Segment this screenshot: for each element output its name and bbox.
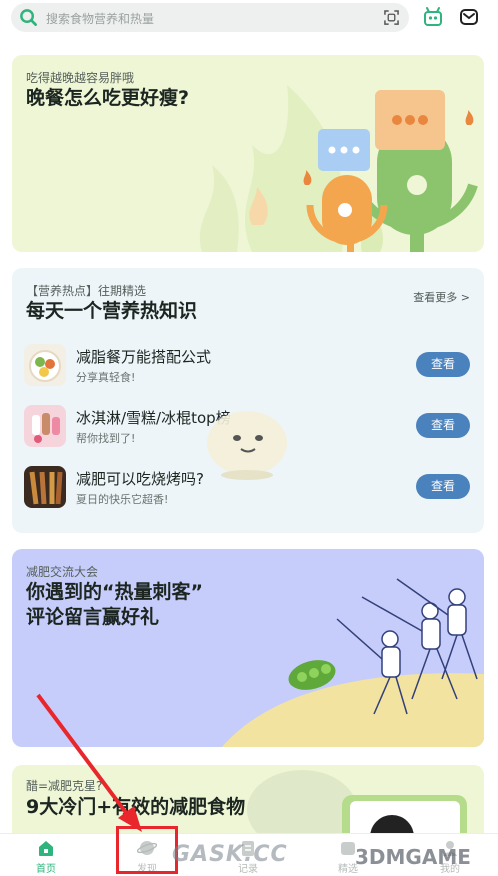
annotation-highlight-box xyxy=(116,826,178,874)
item-subtitle: 夏日的快乐它超香! xyxy=(76,493,169,506)
item-subtitle: 帮你找到了! xyxy=(76,432,136,445)
annotation-arrow xyxy=(36,693,142,832)
watermark-text: GASK.CC xyxy=(172,842,288,867)
robot-icon[interactable] xyxy=(423,7,443,27)
mascot-illustration xyxy=(207,411,287,480)
card-headline: 每天一个营养热知识 xyxy=(26,300,198,322)
card-kicker: 吃得越晚越容易胖哦 xyxy=(26,71,135,85)
view-button[interactable]: 查看 xyxy=(416,474,470,499)
nutrition-hot-topics-card: 【营养热点】往期精选 每天一个营养热知识 查看更多 > 减脂餐万能搭配公式 分享… xyxy=(12,268,484,533)
home-icon xyxy=(39,841,53,856)
dinner-article-card[interactable]: 吃得越晚越容易胖哦 晚餐怎么吃更好瘦? xyxy=(12,55,484,252)
card-kicker: 减肥交流大会 xyxy=(26,565,99,579)
card-kicker: 【营养热点】往期精选 xyxy=(26,284,147,298)
item-thumbnail xyxy=(24,405,66,447)
view-button[interactable]: 查看 xyxy=(416,352,470,377)
search-input[interactable]: 搜索食物营养和热量 xyxy=(46,10,154,27)
watermark-text-3dm: 3DMGAME xyxy=(355,845,471,869)
item-title: 减肥可以吃烧烤吗? xyxy=(76,470,204,488)
nav-label: 首页 xyxy=(36,864,56,875)
card-headline: 晚餐怎么吃更好瘦? xyxy=(26,87,190,109)
item-thumbnail xyxy=(24,344,66,386)
view-button[interactable]: 查看 xyxy=(416,413,470,438)
nav-home[interactable]: 首页 xyxy=(16,838,76,876)
card-headline-line2: 评论留言赢好礼 xyxy=(26,606,160,628)
item-subtitle: 分享真轻食! xyxy=(76,371,136,384)
card-headline-line1: 你遇到的“热量刺客” xyxy=(26,581,203,603)
view-more-link[interactable]: 查看更多 > xyxy=(413,289,470,305)
search-icon xyxy=(20,9,37,26)
list-item[interactable]: 减脂餐万能搭配公式 分享真轻食! 查看 xyxy=(24,340,472,388)
scan-icon[interactable] xyxy=(384,10,399,25)
item-thumbnail xyxy=(24,466,66,508)
mail-icon[interactable] xyxy=(459,7,479,27)
top-bar: 搜索食物营养和热量 xyxy=(0,0,498,40)
search-bar[interactable]: 搜索食物营养和热量 xyxy=(11,3,409,32)
microphone-illustration xyxy=(199,85,478,252)
item-title: 减脂餐万能搭配公式 xyxy=(76,348,212,366)
